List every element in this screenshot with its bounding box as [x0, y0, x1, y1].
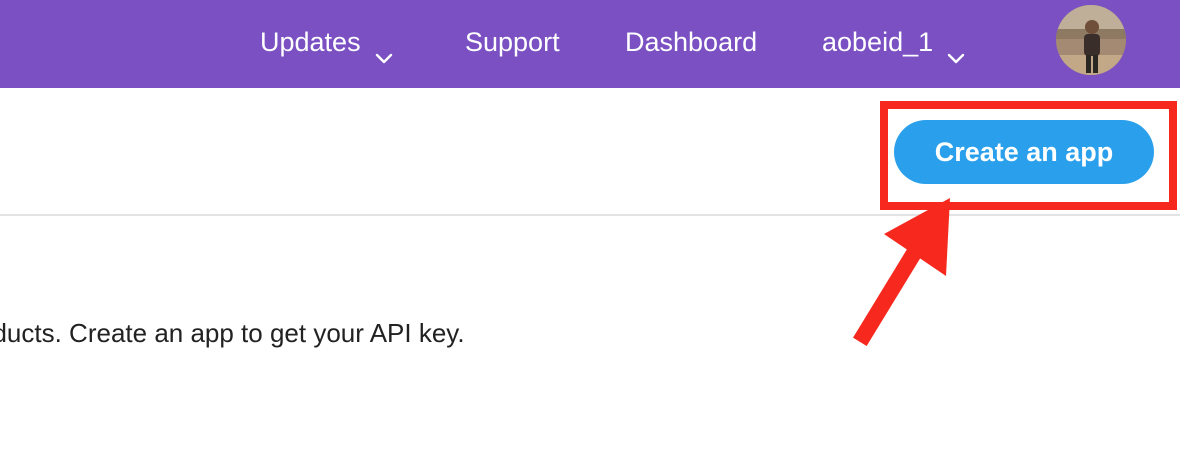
- create-app-button[interactable]: Create an app: [894, 120, 1154, 184]
- user-avatar[interactable]: [1056, 5, 1126, 75]
- nav-item-updates-label: Updates: [260, 27, 361, 57]
- nav-item-dashboard[interactable]: Dashboard: [625, 22, 757, 62]
- nav-item-dashboard-label: Dashboard: [625, 27, 758, 57]
- nav-item-username-label: aobeid_1: [822, 27, 934, 57]
- nav-item-support-label: Support: [465, 27, 560, 57]
- developer-portal-page: Updates Support Dashboard aobeid_1 Creat…: [0, 0, 1180, 460]
- chevron-down-icon: [375, 36, 393, 64]
- nav-item-support[interactable]: Support: [465, 22, 560, 62]
- nav-item-user-menu[interactable]: aobeid_1: [822, 22, 965, 64]
- nav-item-updates[interactable]: Updates: [260, 22, 393, 64]
- intro-text: oducts. Create an app to get your API ke…: [0, 318, 465, 348]
- chevron-down-icon: [947, 36, 965, 64]
- top-navigation-bar: Updates Support Dashboard aobeid_1: [0, 0, 1180, 88]
